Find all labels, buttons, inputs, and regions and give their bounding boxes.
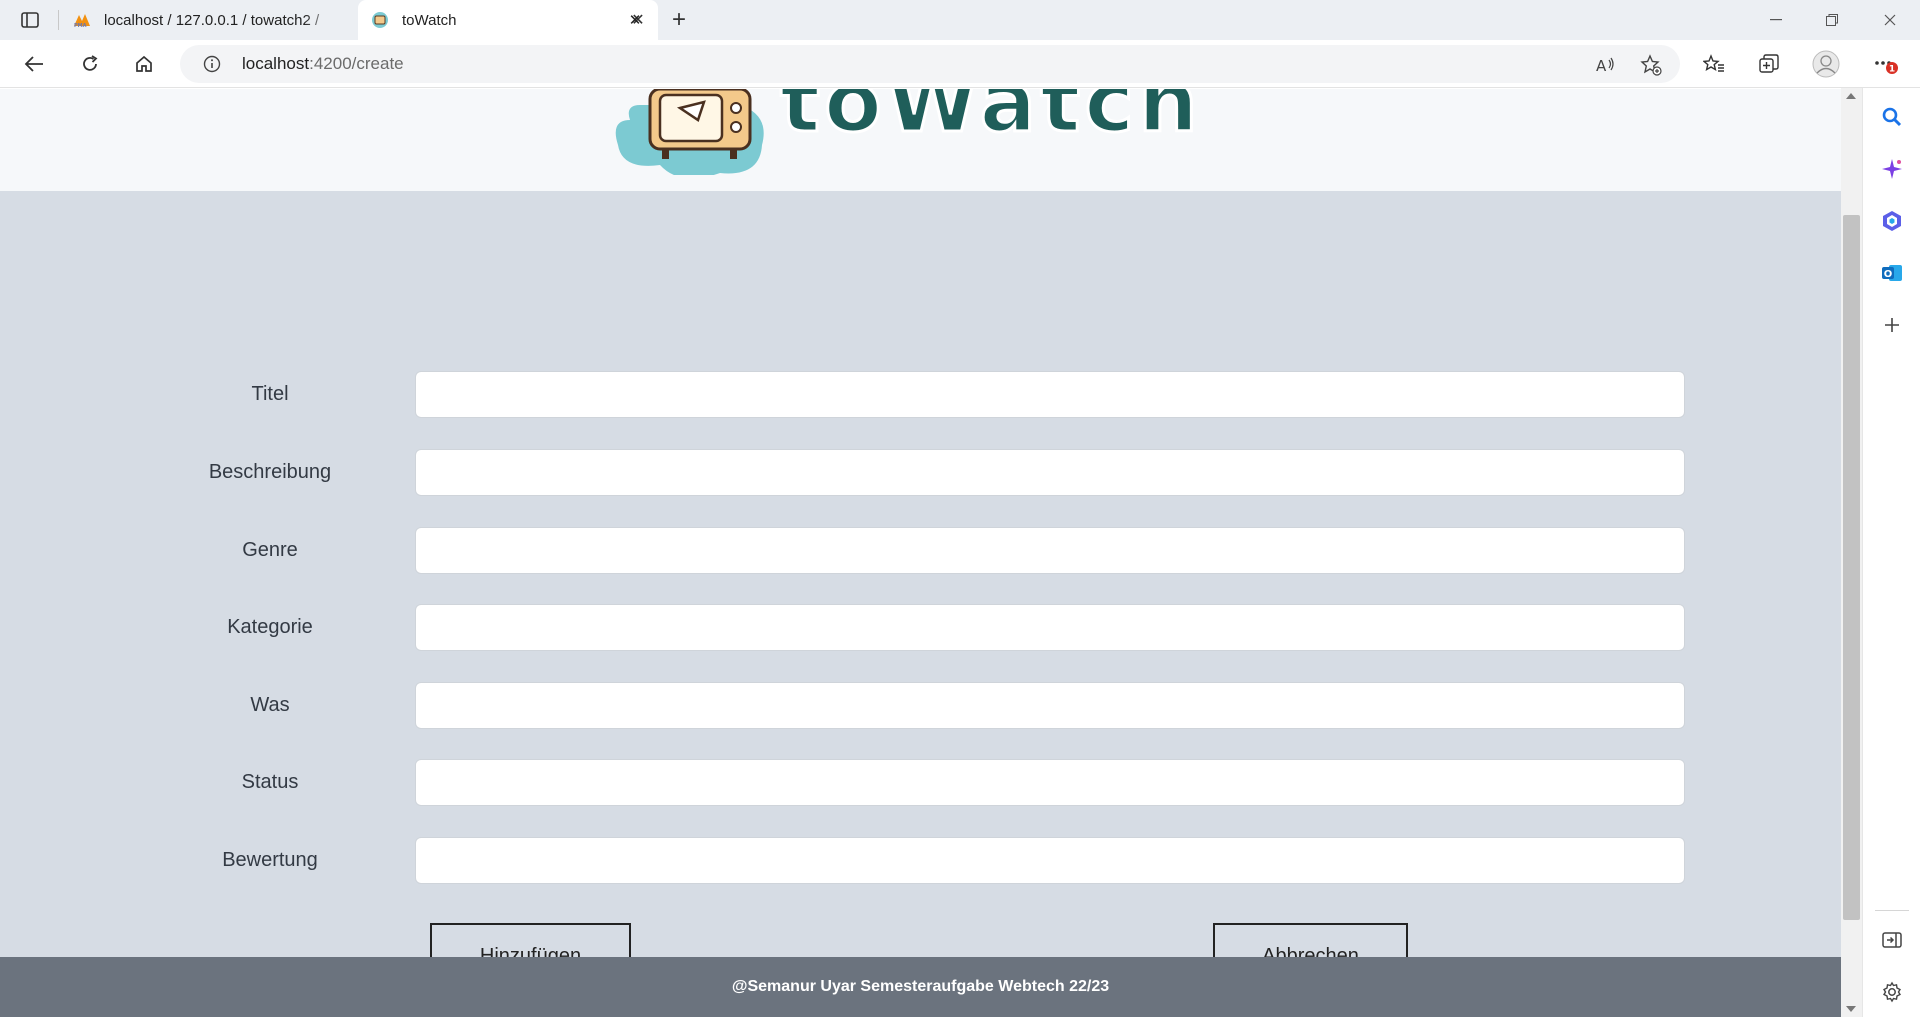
kategorie-label: Kategorie <box>227 616 313 638</box>
minimize-icon[interactable] <box>1752 0 1800 40</box>
sidebar-settings-gear-icon[interactable] <box>1878 978 1906 1006</box>
scrollbar-thumb[interactable] <box>1843 215 1860 920</box>
hide-sidebar-icon[interactable] <box>1878 926 1906 954</box>
close-tab-icon[interactable]: ✕ <box>620 0 650 40</box>
tab-actions-icon[interactable] <box>16 8 44 32</box>
url-host: localhost <box>242 54 310 73</box>
home-icon[interactable] <box>128 48 160 80</box>
footer-text: @Semanur Uyar Semesteraufgabe Webtech 22… <box>731 978 1110 995</box>
site-footer: @Semanur Uyar Semesteraufgabe Webtech 22… <box>0 957 1841 1017</box>
beschreibung-input[interactable] <box>415 449 1685 496</box>
kategorie-input[interactable] <box>415 604 1685 651</box>
svg-text:A: A <box>1596 57 1607 74</box>
add-favorite-icon[interactable] <box>1640 54 1662 76</box>
edge-sidebar: O <box>1862 88 1920 1017</box>
genre-label: Genre <box>242 539 298 561</box>
tab-title: localhost / 127.0.0.1 / towatch2 / <box>104 11 320 29</box>
settings-more-icon[interactable]: 1 <box>1870 48 1902 80</box>
status-label: Status <box>241 771 299 793</box>
titel-label: Titel <box>251 383 289 405</box>
logo-text: toWatch <box>780 89 1200 151</box>
add-sidebar-app-icon[interactable] <box>1878 311 1906 339</box>
phpmyadmin-icon: PMA <box>72 10 92 30</box>
window-close-icon[interactable] <box>1866 0 1914 40</box>
form-row-titel: Titel <box>0 371 1841 419</box>
address-bar[interactable]: localhost:4200/create A <box>180 45 1680 83</box>
scroll-up-arrow-icon[interactable] <box>1846 93 1856 99</box>
new-tab-button[interactable]: + <box>665 6 693 33</box>
site-info-icon[interactable] <box>202 54 222 74</box>
restore-icon[interactable] <box>1808 0 1856 40</box>
tab-separator <box>58 10 59 30</box>
page-viewport: toWatch Titel Beschreibung Genre Kategor… <box>0 89 1841 1017</box>
towatch-tv-icon <box>370 10 390 30</box>
tab-phpmyadmin[interactable]: PMA localhost / 127.0.0.1 / towatch2 / <box>62 0 352 40</box>
notification-badge-count: 1 <box>1889 65 1895 75</box>
form-row-was: Was <box>0 682 1841 730</box>
url-path: :4200/create <box>309 54 404 73</box>
site-header: toWatch <box>0 89 1841 191</box>
form-row-bewertung: Bewertung <box>0 837 1841 885</box>
titel-input[interactable] <box>415 371 1685 418</box>
reload-icon[interactable] <box>74 48 106 80</box>
tab-towatch[interactable]: toWatch ✕ <box>358 0 658 40</box>
page-scrollbar[interactable] <box>1841 88 1862 1017</box>
scroll-down-arrow-icon[interactable] <box>1846 1006 1856 1012</box>
bewertung-label: Bewertung <box>222 849 318 871</box>
browser-nav-bar: localhost:4200/create A 1 <box>0 40 1920 88</box>
profile-avatar-icon[interactable] <box>1810 48 1842 80</box>
svg-text:PMA: PMA <box>74 23 87 28</box>
beschreibung-label: Beschreibung <box>208 461 332 483</box>
sidebar-separator <box>1875 910 1909 911</box>
was-input[interactable] <box>415 682 1685 729</box>
svg-text:O: O <box>1884 269 1893 280</box>
form-row-beschreibung: Beschreibung <box>0 449 1841 497</box>
outlook-icon[interactable]: O <box>1878 259 1906 287</box>
status-input[interactable] <box>415 759 1685 806</box>
url-text[interactable]: localhost:4200/create <box>242 54 404 74</box>
office-icon[interactable] <box>1878 207 1906 235</box>
search-icon[interactable] <box>1878 103 1906 131</box>
form-row-genre: Genre <box>0 527 1841 575</box>
form-row-status: Status <box>0 759 1841 807</box>
was-label: Was <box>250 694 290 716</box>
read-aloud-icon[interactable]: A <box>1595 54 1617 76</box>
bewertung-input[interactable] <box>415 837 1685 884</box>
favorites-icon[interactable] <box>1698 48 1730 80</box>
browser-tab-bar: PMA localhost / 127.0.0.1 / towatch2 / t… <box>0 0 1920 40</box>
copilot-icon[interactable] <box>1878 155 1906 183</box>
genre-input[interactable] <box>415 527 1685 574</box>
towatch-logo: toWatch <box>615 89 1200 175</box>
form-row-kategorie: Kategorie <box>0 604 1841 652</box>
collections-icon[interactable] <box>1753 48 1785 80</box>
tab-title: toWatch <box>402 11 457 29</box>
back-icon[interactable] <box>18 48 50 80</box>
